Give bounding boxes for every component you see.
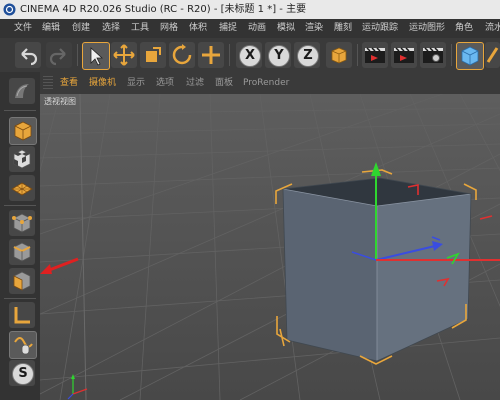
make-editable-icon[interactable] <box>9 78 35 104</box>
coordinate-system-icon[interactable] <box>326 42 352 68</box>
window-title: CINEMA 4D R20.026 Studio (RC - R20) - [未… <box>20 4 307 15</box>
x-axis-lock-icon: X <box>239 45 261 67</box>
toolbar-divider <box>451 44 452 66</box>
viewport-menu-display[interactable]: 显示 <box>127 72 145 94</box>
main-toolbar: X Y Z <box>0 38 500 72</box>
enable-axis-icon[interactable] <box>9 302 35 328</box>
sidebar-divider <box>4 298 36 299</box>
z-axis-lock-button[interactable]: Z <box>294 42 320 68</box>
panel-grip-icon[interactable] <box>43 76 53 90</box>
viewport-menu-filter[interactable]: 过滤 <box>186 72 204 94</box>
menu-create[interactable]: 创建 <box>72 19 90 38</box>
viewport-scene <box>40 94 500 400</box>
menu-mesh[interactable]: 网格 <box>160 19 178 38</box>
mode-sidebar: S <box>0 72 40 400</box>
menu-edit[interactable]: 编辑 <box>42 19 60 38</box>
add-object-icon[interactable] <box>198 42 224 68</box>
y-axis-lock-icon: Y <box>268 45 290 67</box>
menu-motion-tracking[interactable]: 运动跟踪 <box>362 19 398 38</box>
menu-pipeline[interactable]: 流水 <box>485 19 500 38</box>
perspective-viewport[interactable]: 透视视图 <box>40 94 500 400</box>
viewport-label: 透视视图 <box>44 97 76 106</box>
view-cube-icon[interactable] <box>456 42 484 70</box>
menu-snap[interactable]: 捕捉 <box>219 19 237 38</box>
render-picture-queue-icon[interactable] <box>391 42 417 68</box>
model-mode-icon[interactable] <box>9 117 37 145</box>
title-bar: CINEMA 4D R20.026 Studio (RC - R20) - [未… <box>0 0 500 19</box>
sidebar-divider <box>4 205 36 206</box>
viewport-menu-bar: 查看 摄像机 显示 选项 过滤 面板 ProRender <box>40 72 500 94</box>
viewport-menu-panel[interactable]: 面板 <box>215 72 233 94</box>
edges-mode-icon[interactable] <box>9 239 35 265</box>
edit-icon[interactable] <box>485 42 500 68</box>
tweak-mode-icon[interactable] <box>9 331 37 359</box>
viewport-menu-prorender[interactable]: ProRender <box>243 72 289 94</box>
points-mode-icon[interactable] <box>9 210 35 236</box>
x-axis-lock-button[interactable]: X <box>236 42 262 68</box>
menu-simulate[interactable]: 模拟 <box>277 19 295 38</box>
menu-mograph[interactable]: 运动图形 <box>409 19 445 38</box>
menu-select[interactable]: 选择 <box>102 19 120 38</box>
menu-bar: 文件 编辑 创建 选择 工具 网格 体积 捕捉 动画 模拟 渲染 雕刻 运动跟踪… <box>0 19 500 38</box>
render-settings-icon[interactable] <box>420 42 446 68</box>
y-axis-lock-button[interactable]: Y <box>265 42 291 68</box>
sidebar-divider <box>4 110 36 111</box>
select-cursor-icon[interactable] <box>82 42 110 70</box>
render-view-icon[interactable] <box>362 42 388 68</box>
toolbar-divider <box>229 44 230 66</box>
menu-tools[interactable]: 工具 <box>131 19 149 38</box>
menu-sculpt[interactable]: 雕刻 <box>334 19 352 38</box>
workplane-mode-icon[interactable] <box>9 175 35 201</box>
viewport-menu-options[interactable]: 选项 <box>156 72 174 94</box>
menu-animate[interactable]: 动画 <box>248 19 266 38</box>
menu-volume[interactable]: 体积 <box>189 19 207 38</box>
menu-character[interactable]: 角色 <box>455 19 473 38</box>
menu-render[interactable]: 渲染 <box>305 19 323 38</box>
polygons-mode-icon[interactable] <box>9 268 35 294</box>
toolbar-divider <box>357 44 358 66</box>
cinema4d-logo-icon <box>3 3 16 16</box>
scale-icon[interactable] <box>140 42 166 68</box>
menu-file[interactable]: 文件 <box>14 19 32 38</box>
snap-icon: S <box>12 363 34 385</box>
z-axis-lock-icon: Z <box>297 45 319 67</box>
snap-button[interactable]: S <box>9 360 35 386</box>
undo-icon[interactable] <box>15 42 41 68</box>
toolbar-divider <box>77 44 78 66</box>
rotate-icon[interactable] <box>169 42 195 68</box>
viewport-menu-cameras[interactable]: 摄像机 <box>89 72 116 94</box>
viewport-menu-view[interactable]: 查看 <box>60 72 78 94</box>
redo-icon[interactable] <box>46 42 72 68</box>
move-icon[interactable] <box>111 42 137 68</box>
texture-mode-icon[interactable] <box>9 146 35 172</box>
